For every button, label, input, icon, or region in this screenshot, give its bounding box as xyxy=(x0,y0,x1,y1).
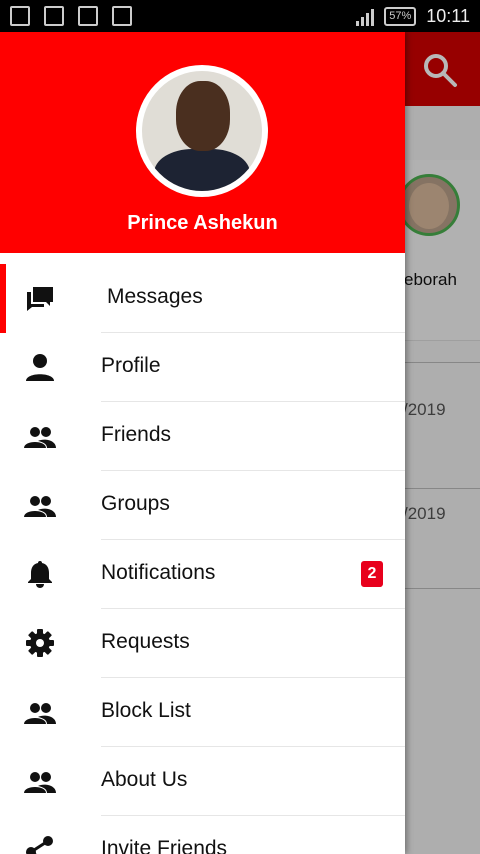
gear-icon xyxy=(26,629,54,657)
navigation-drawer: Prince Ashekun Messages Profile Friends … xyxy=(0,32,405,854)
profile-name: Prince Ashekun xyxy=(127,212,278,234)
menu-label: Profile xyxy=(101,354,161,377)
menu-item-friends[interactable]: Friends xyxy=(0,402,405,471)
people-icon xyxy=(24,496,56,517)
signal-icon xyxy=(356,8,375,26)
menu-label: Invite Friends xyxy=(101,837,228,854)
photo-face xyxy=(176,81,230,151)
shirt-icon xyxy=(44,6,64,26)
active-indicator xyxy=(0,264,6,333)
menu-label: About Us xyxy=(101,768,188,791)
clock: 10:11 xyxy=(426,6,470,26)
menu-label: Requests xyxy=(101,630,190,653)
profile-photo xyxy=(142,71,262,191)
menu-item-groups[interactable]: Groups xyxy=(0,471,405,540)
status-bar: 57% 10:11 xyxy=(0,0,480,32)
battery-icon: 57% xyxy=(384,7,417,26)
menu-item-notifications[interactable]: Notifications 2 xyxy=(0,540,405,609)
menu-item-messages[interactable]: Messages xyxy=(0,264,405,333)
menu-item-invite-friends[interactable]: Invite Friends xyxy=(0,816,405,854)
profile-avatar[interactable] xyxy=(136,65,268,197)
notification-icons xyxy=(10,6,132,26)
menu-item-about-us[interactable]: About Us xyxy=(0,747,405,816)
drawer-menu: Messages Profile Friends Groups Notifica… xyxy=(0,264,405,854)
system-icons: 57% 10:11 xyxy=(356,6,470,27)
menu-item-block-list[interactable]: Block List xyxy=(0,678,405,747)
menu-label: Friends xyxy=(101,423,172,446)
menu-label: Block List xyxy=(101,699,191,722)
menu-item-profile[interactable]: Profile xyxy=(0,333,405,402)
bell-icon xyxy=(28,561,52,588)
menu-item-requests[interactable]: Requests xyxy=(0,609,405,678)
share-icon xyxy=(26,836,53,854)
people-icon xyxy=(24,427,56,448)
menu-label: Groups xyxy=(101,492,170,515)
menu-label: Notifications xyxy=(101,561,216,584)
photo-shirt xyxy=(154,149,250,191)
drawer-header: Prince Ashekun xyxy=(0,32,405,253)
people-icon xyxy=(24,703,56,724)
people-icon xyxy=(24,772,56,793)
person-icon xyxy=(26,354,54,381)
notification-count-badge: 2 xyxy=(361,561,383,587)
chat-icon xyxy=(27,287,53,311)
menu-label: Messages xyxy=(107,285,203,308)
mail-icon xyxy=(112,6,132,26)
facebook-icon xyxy=(10,6,30,26)
image-icon xyxy=(78,6,98,26)
